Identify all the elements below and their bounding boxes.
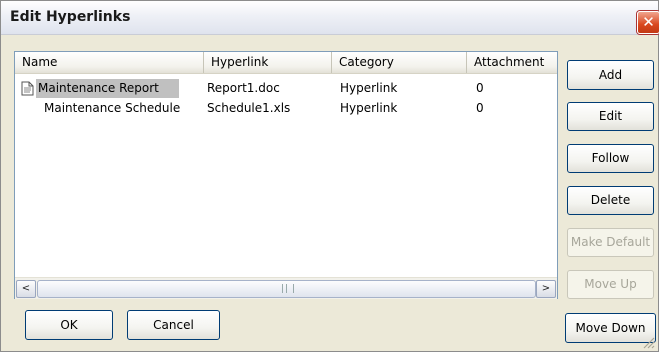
row-attachment: 0: [476, 101, 484, 115]
scrollbar-thumb[interactable]: [37, 280, 536, 298]
hyperlinks-list[interactable]: Name Hyperlink Category Attachment Maint…: [14, 51, 558, 299]
follow-button[interactable]: Follow: [567, 144, 654, 173]
scroll-right-button[interactable]: >: [536, 280, 556, 298]
title-bar[interactable]: Edit Hyperlinks ✕: [1, 1, 659, 35]
row-hyperlink: Schedule1.xls: [207, 101, 291, 115]
dialog-title: Edit Hyperlinks: [10, 9, 131, 25]
table-row[interactable]: Maintenance Schedule Schedule1.xls Hyper…: [15, 99, 557, 118]
delete-button[interactable]: Delete: [567, 186, 654, 215]
column-header-name[interactable]: Name: [15, 52, 203, 73]
row-attachment: 0: [476, 81, 484, 95]
row-name: Maintenance Schedule: [44, 101, 181, 115]
list-header: Name Hyperlink Category Attachment: [15, 52, 557, 74]
table-row[interactable]: Maintenance Report Report1.doc Hyperlink…: [15, 79, 557, 98]
cancel-button[interactable]: Cancel: [127, 310, 220, 340]
scroll-left-button[interactable]: <: [16, 280, 36, 298]
edit-hyperlinks-dialog: Edit Hyperlinks ✕ Name Hyperlink Categor…: [0, 0, 659, 352]
resize-grip-icon[interactable]: [641, 335, 655, 349]
add-button[interactable]: Add: [567, 60, 654, 90]
close-button[interactable]: ✕: [637, 11, 659, 34]
ok-button[interactable]: OK: [25, 310, 113, 340]
column-header-hyperlink[interactable]: Hyperlink: [203, 52, 331, 73]
row-hyperlink: Report1.doc: [207, 81, 280, 95]
column-header-category[interactable]: Category: [331, 52, 466, 73]
move-up-button[interactable]: Move Up: [567, 270, 654, 299]
row-category: Hyperlink: [340, 81, 398, 95]
make-default-button[interactable]: Make Default: [567, 228, 654, 257]
horizontal-scrollbar[interactable]: < >: [15, 277, 557, 299]
row-name: Maintenance Report: [36, 79, 179, 98]
edit-button[interactable]: Edit: [567, 102, 654, 131]
column-header-attachment[interactable]: Attachment: [466, 52, 557, 73]
document-icon: [21, 81, 34, 96]
row-category: Hyperlink: [340, 101, 398, 115]
grip-icon: [282, 284, 294, 293]
